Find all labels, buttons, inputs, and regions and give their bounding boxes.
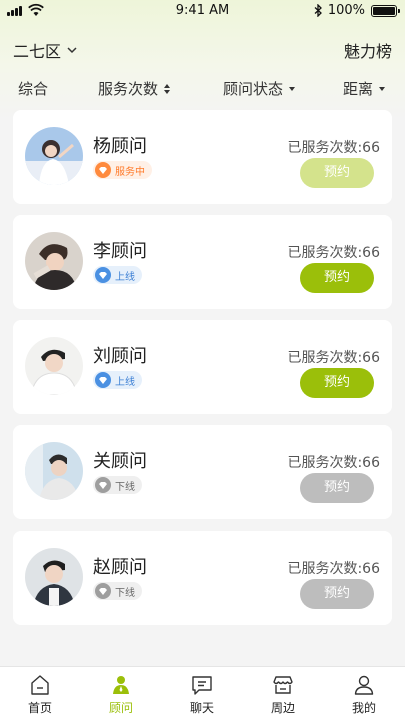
filter-label: 顾问状态 <box>223 80 284 98</box>
chat-icon <box>192 676 212 695</box>
tab-label: 首页 <box>27 701 52 715</box>
status-label: 服务中 <box>115 166 145 178</box>
filter-service-count[interactable]: 服务次数 <box>98 78 171 99</box>
diamond-icon <box>95 162 111 178</box>
header: 二七区 魅力榜 <box>0 36 405 64</box>
tab-chat[interactable]: 聊天 <box>177 673 227 716</box>
service-count: 已服务次数:66 <box>287 455 380 471</box>
consultant-card[interactable]: 赵顾问 下线 已服务次数:66 预约 <box>13 531 392 625</box>
store-icon <box>273 676 293 694</box>
filter-comprehensive[interactable]: 综合 <box>18 78 48 99</box>
avatar <box>25 548 83 606</box>
consultant-card[interactable]: 杨顾问 服务中 已服务次数:66 预约 <box>13 110 392 204</box>
consultant-card[interactable]: 刘顾问 上线 已服务次数:66 预约 <box>13 320 392 414</box>
consultant-name: 杨顾问 <box>93 136 147 157</box>
caret-down-icon <box>289 86 296 91</box>
book-button[interactable]: 预约 <box>300 579 374 609</box>
consultant-card[interactable]: 关顾问 下线 已服务次数:66 预约 <box>13 425 392 519</box>
service-count: 已服务次数:66 <box>287 245 380 261</box>
diamond-icon <box>95 477 111 493</box>
chevron-down-icon <box>67 46 77 53</box>
consultant-card[interactable]: 李顾问 上线 已服务次数:66 预约 <box>13 215 392 309</box>
tab-label: 周边 <box>270 701 295 715</box>
status-label: 下线 <box>115 481 135 493</box>
tab-bar: 首页 顾问 聊天 周边 我的 <box>0 666 405 720</box>
avatar <box>25 127 83 185</box>
status-badge: 上线 <box>93 266 142 284</box>
user-icon <box>354 675 374 695</box>
battery-percent: 100% <box>327 3 365 18</box>
diamond-icon <box>95 583 111 599</box>
caret-down-icon <box>379 86 386 91</box>
filter-distance[interactable]: 距离 <box>343 78 386 99</box>
consultant-name: 李顾问 <box>93 241 147 262</box>
tab-label: 聊天 <box>189 701 214 715</box>
consultant-icon <box>113 676 129 694</box>
home-icon <box>31 675 49 695</box>
status-badge: 服务中 <box>93 161 152 179</box>
avatar <box>25 442 83 500</box>
avatar <box>25 337 83 395</box>
service-count: 已服务次数:66 <box>287 561 380 577</box>
bluetooth-icon <box>314 4 322 17</box>
status-label: 上线 <box>115 376 135 388</box>
consultant-name: 刘顾问 <box>93 346 147 367</box>
avatar <box>25 232 83 290</box>
filter-bar: 综合 服务次数 顾问状态 距离 <box>0 76 405 100</box>
tab-profile[interactable]: 我的 <box>339 673 389 716</box>
consultant-name: 关顾问 <box>93 451 147 472</box>
status-label: 上线 <box>115 271 135 283</box>
filter-status[interactable]: 顾问状态 <box>223 78 296 99</box>
filter-label: 距离 <box>343 80 374 98</box>
tab-consultant[interactable]: 顾问 <box>96 673 146 716</box>
city-label: 二七区 <box>13 42 62 61</box>
status-bar: 9:41 AM 100% <box>0 0 405 22</box>
filter-label: 综合 <box>18 80 49 98</box>
diamond-icon <box>95 267 111 283</box>
status-badge: 下线 <box>93 476 142 494</box>
status-badge: 上线 <box>93 371 142 389</box>
tab-nearby[interactable]: 周边 <box>258 673 308 716</box>
book-button[interactable]: 预约 <box>300 158 374 188</box>
tab-home[interactable]: 首页 <box>15 673 65 716</box>
filter-label: 服务次数 <box>98 80 159 98</box>
tab-label: 我的 <box>351 701 376 715</box>
diamond-icon <box>95 372 111 388</box>
book-button[interactable]: 预约 <box>300 263 374 293</box>
battery-icon <box>371 4 400 17</box>
ranking-link[interactable]: 魅力榜 <box>344 38 392 62</box>
book-button[interactable]: 预约 <box>300 368 374 398</box>
consultant-name: 赵顾问 <box>93 557 147 578</box>
city-selector[interactable]: 二七区 <box>13 38 77 62</box>
service-count: 已服务次数:66 <box>287 140 380 156</box>
service-count: 已服务次数:66 <box>287 350 380 366</box>
sort-icon <box>164 83 171 94</box>
book-button[interactable]: 预约 <box>300 473 374 503</box>
status-label: 下线 <box>115 587 135 599</box>
status-badge: 下线 <box>93 582 142 600</box>
tab-label: 顾问 <box>108 701 133 715</box>
